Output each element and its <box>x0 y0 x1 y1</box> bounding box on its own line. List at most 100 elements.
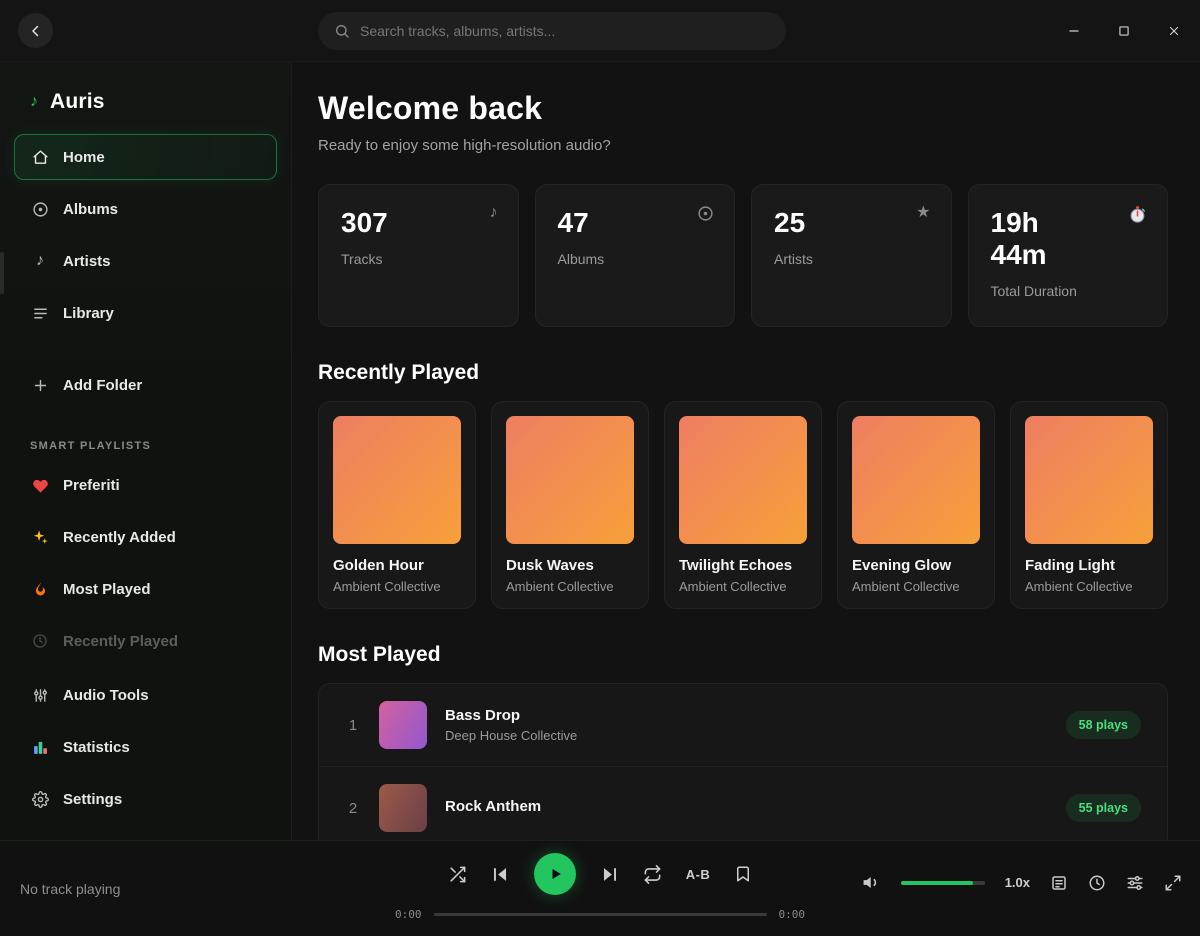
album-art <box>852 416 980 544</box>
album-card[interactable]: Dusk Waves Ambient Collective <box>491 401 649 609</box>
track-title: Rock Anthem <box>445 798 541 815</box>
track-row[interactable]: 2 Rock Anthem 55 plays <box>319 766 1167 840</box>
minimize-button[interactable] <box>1064 21 1084 41</box>
seek-bar[interactable] <box>434 913 767 916</box>
album-title: Twilight Echoes <box>679 557 807 574</box>
fullscreen-button[interactable] <box>1164 874 1182 892</box>
equalizer-button[interactable] <box>1126 874 1144 892</box>
playlist-item-preferiti[interactable]: Preferiti <box>14 462 277 508</box>
close-button[interactable] <box>1164 21 1184 41</box>
chevron-left-icon <box>27 22 45 40</box>
ab-loop-button[interactable]: A-B <box>686 867 711 882</box>
search-input[interactable] <box>360 23 770 39</box>
repeat-button[interactable] <box>643 865 662 884</box>
track-title: Bass Drop <box>445 707 577 724</box>
playlist-item-recently-played[interactable]: Recently Played <box>14 618 277 664</box>
back-button[interactable] <box>18 13 53 48</box>
search-icon <box>334 23 350 39</box>
sleep-timer-button[interactable] <box>1088 874 1106 892</box>
track-art <box>379 784 427 832</box>
previous-button[interactable] <box>491 865 510 884</box>
sidebar-item-settings[interactable]: Settings <box>14 776 277 822</box>
album-art <box>1025 416 1153 544</box>
sidebar-item-label: Audio Tools <box>63 687 149 704</box>
album-title: Evening Glow <box>852 557 980 574</box>
album-card[interactable]: Fading Light Ambient Collective <box>1010 401 1168 609</box>
volume-slider[interactable] <box>901 881 985 885</box>
play-button[interactable] <box>534 853 576 895</box>
add-folder-button[interactable]: Add Folder <box>14 362 277 408</box>
skip-forward-icon <box>600 865 619 884</box>
most-played-list: 1 Bass Drop Deep House Collective 58 pla… <box>318 683 1168 840</box>
track-artist: Deep House Collective <box>445 728 577 743</box>
sidebar-item-statistics[interactable]: Statistics <box>14 724 277 770</box>
sidebar-item-home[interactable]: Home <box>14 134 277 180</box>
disc-icon <box>31 200 49 218</box>
stat-label: Tracks <box>341 251 496 267</box>
playlist-item-recently-added[interactable]: Recently Added <box>14 514 277 560</box>
playback-speed-button[interactable]: 1.0x <box>1005 875 1030 890</box>
shuffle-button[interactable] <box>448 865 467 884</box>
stat-card-duration: 19h 44m Total Duration <box>968 184 1169 327</box>
stat-label: Artists <box>774 251 929 267</box>
next-button[interactable] <box>600 865 619 884</box>
plus-icon <box>31 376 49 394</box>
track-row[interactable]: 1 Bass Drop Deep House Collective 58 pla… <box>319 684 1167 766</box>
sidebar-item-albums[interactable]: Albums <box>14 186 277 232</box>
sidebar-item-label: Artists <box>63 253 111 270</box>
album-card[interactable]: Golden Hour Ambient Collective <box>318 401 476 609</box>
album-title: Fading Light <box>1025 557 1153 574</box>
app-name: Auris <box>50 90 105 114</box>
repeat-icon <box>643 865 662 884</box>
album-card[interactable]: Twilight Echoes Ambient Collective <box>664 401 822 609</box>
album-card[interactable]: Evening Glow Ambient Collective <box>837 401 995 609</box>
playlist-item-most-played[interactable]: Most Played <box>14 566 277 612</box>
stat-value: 47 <box>558 207 713 239</box>
playlist-label: Preferiti <box>63 477 120 494</box>
music-note-icon: ♪ <box>30 94 38 110</box>
album-artist: Ambient Collective <box>506 579 634 594</box>
sidebar-item-artists[interactable]: ♪ Artists <box>14 238 277 284</box>
gear-icon <box>31 790 49 808</box>
sidebar-item-audio-tools[interactable]: Audio Tools <box>14 672 277 718</box>
search-bar[interactable] <box>318 12 786 50</box>
titlebar <box>0 0 1200 62</box>
library-icon <box>31 304 49 322</box>
sidebar-scrollbar-thumb[interactable] <box>0 252 4 294</box>
sidebar-bottom-group: Audio Tools Statistics Settings <box>0 662 291 840</box>
sidebar-item-library[interactable]: Library <box>14 290 277 336</box>
volume-button[interactable] <box>862 873 881 892</box>
play-count-badge: 55 plays <box>1066 794 1141 822</box>
volume-icon <box>862 873 881 892</box>
album-artist: Ambient Collective <box>333 579 461 594</box>
track-meta: Bass Drop Deep House Collective <box>445 707 577 743</box>
minimize-icon <box>1067 24 1081 38</box>
playlist-label: Recently Added <box>63 529 176 546</box>
now-playing-status: No track playing <box>20 881 120 897</box>
stat-label: Total Duration <box>991 283 1146 299</box>
stat-value: 307 <box>341 207 496 239</box>
bar-chart-icon <box>31 738 49 756</box>
smart-playlists-heading: SMART PLAYLISTS <box>0 414 291 462</box>
sidebar-item-label: Settings <box>63 791 122 808</box>
most-played-heading: Most Played <box>318 643 1168 667</box>
flame-icon <box>31 580 49 598</box>
album-artist: Ambient Collective <box>852 579 980 594</box>
bookmark-button[interactable] <box>734 865 752 883</box>
stat-card-artists: 25 Artists ★ <box>751 184 952 327</box>
recently-played-grid: Golden Hour Ambient Collective Dusk Wave… <box>318 401 1168 609</box>
sidebar-nav: Home Albums ♪ Artists Library Add Folder <box>0 134 291 408</box>
track-art <box>379 701 427 749</box>
playlist-label: Most Played <box>63 581 151 598</box>
stat-value: 19h 44m <box>991 207 1146 271</box>
stopwatch-icon <box>1128 205 1147 224</box>
music-note-icon: ♪ <box>490 205 498 221</box>
page-subtitle: Ready to enjoy some high-resolution audi… <box>318 137 1168 154</box>
main-content: Welcome back Ready to enjoy some high-re… <box>292 62 1200 840</box>
sidebar-item-label: Home <box>63 149 105 166</box>
play-count-badge: 58 plays <box>1066 711 1141 739</box>
maximize-button[interactable] <box>1114 21 1134 41</box>
sidebar-item-label: Statistics <box>63 739 130 756</box>
lyrics-button[interactable] <box>1050 874 1068 892</box>
album-art <box>506 416 634 544</box>
